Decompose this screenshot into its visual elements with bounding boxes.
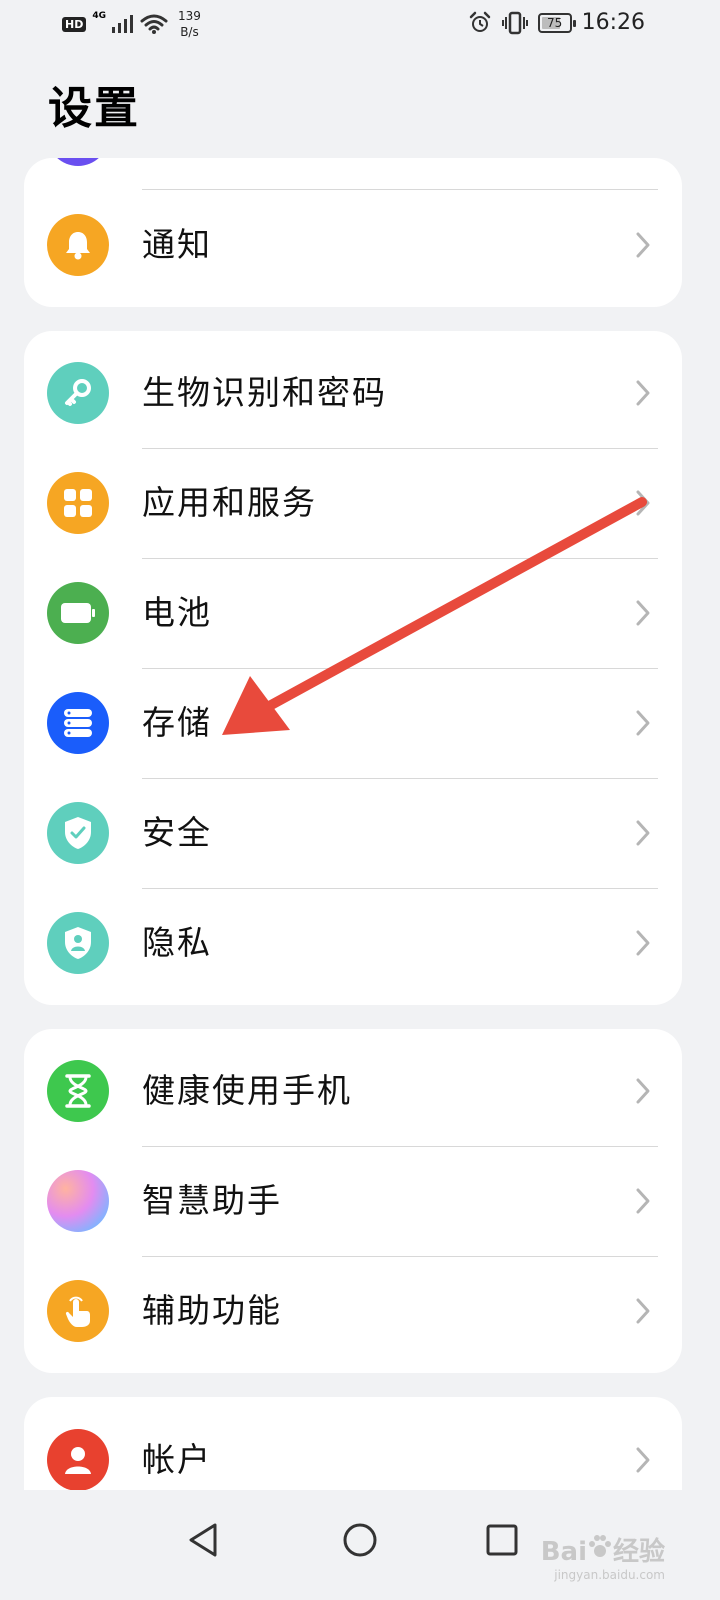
back-icon: [189, 1523, 217, 1557]
settings-item-digital-balance[interactable]: 健康使用手机: [24, 1036, 682, 1146]
battery-level: 75: [546, 15, 563, 30]
settings-item-label: 电池: [142, 593, 212, 632]
chevron-right-icon: [636, 930, 650, 956]
settings-item-label: 智慧助手: [142, 1181, 282, 1220]
network-speed: 139 B/s: [178, 8, 201, 40]
hd-badge: HD: [62, 16, 87, 32]
chevron-right-icon: [636, 1078, 650, 1104]
speed-value: 139: [178, 9, 201, 23]
status-left: HD 4G 139 B/s: [62, 8, 201, 40]
settings-item-security[interactable]: 安全: [24, 778, 682, 888]
wifi-icon: [140, 14, 168, 34]
chevron-right-icon: [636, 710, 650, 736]
settings-card-3: 健康使用手机 智慧助手 辅助功能: [24, 1029, 682, 1373]
speed-unit: B/s: [180, 25, 199, 39]
watermark-site: jingyan.baidu.com: [554, 1568, 665, 1582]
settings-item-apps[interactable]: 应用和服务: [24, 448, 682, 558]
baidu-watermark: Bai 经验 jingyan.baidu.com: [541, 1531, 665, 1582]
settings-item-privacy[interactable]: 隐私: [24, 888, 682, 998]
hand-touch-icon: [47, 1280, 109, 1342]
recents-button[interactable]: [472, 1510, 532, 1570]
settings-item-label: 应用和服务: [142, 483, 317, 522]
settings-item-label: 生物识别和密码: [142, 373, 387, 412]
settings-item-storage[interactable]: 存储: [24, 668, 682, 778]
status-bar: HD 4G 139 B/s 75 16:26: [0, 0, 720, 48]
settings-item-assistant[interactable]: 智慧助手: [24, 1146, 682, 1256]
paw-icon: [588, 1535, 611, 1557]
settings-item-label: 存储: [142, 703, 212, 742]
chevron-right-icon: [636, 820, 650, 846]
chevron-right-icon: [636, 490, 650, 516]
home-button[interactable]: [330, 1510, 390, 1570]
home-icon: [343, 1523, 377, 1557]
privacy-shield-icon: [47, 912, 109, 974]
vibrate-icon: [501, 11, 528, 34]
signal-icon: [112, 15, 133, 33]
battery-icon: [47, 582, 109, 644]
chevron-right-icon: [636, 600, 650, 626]
clock: 16:26: [581, 10, 645, 35]
chevron-right-icon: [636, 380, 650, 406]
shield-check-icon: [47, 802, 109, 864]
settings-item-accessibility[interactable]: 辅助功能: [24, 1256, 682, 1366]
settings-card-1: 通知: [24, 158, 682, 307]
settings-item-label: 安全: [142, 813, 212, 852]
navigation-bar: Bai 经验 jingyan.baidu.com: [0, 1490, 720, 1600]
settings-item-biometrics[interactable]: 生物识别和密码: [24, 338, 682, 448]
bell-icon: [47, 214, 109, 276]
storage-icon: [47, 692, 109, 754]
chevron-right-icon: [636, 1447, 650, 1473]
hourglass-icon: [47, 1060, 109, 1122]
apps-grid-icon: [47, 472, 109, 534]
page-title: 设置: [48, 83, 140, 134]
settings-item-label: 辅助功能: [142, 1291, 282, 1330]
status-right: 75 16:26: [468, 10, 645, 35]
watermark-brand: Bai: [540, 1537, 587, 1567]
settings-item-notifications[interactable]: 通知: [24, 190, 682, 300]
battery-indicator: 75: [537, 12, 576, 33]
settings-item-label: 隐私: [142, 923, 212, 962]
alarm-icon: [469, 11, 490, 32]
settings-item-label: 健康使用手机: [142, 1071, 352, 1110]
key-icon: [47, 362, 109, 424]
network-type: 4G: [92, 11, 106, 21]
back-button[interactable]: [173, 1510, 233, 1570]
settings-item-battery[interactable]: 电池: [24, 558, 682, 668]
chevron-right-icon: [636, 232, 650, 258]
recents-icon: [486, 1524, 518, 1556]
settings-item-label: 通知: [142, 225, 212, 264]
watermark-brand-2: 经验: [612, 1537, 665, 1567]
assistant-orb-icon: [47, 1170, 109, 1232]
person-icon: [47, 1429, 109, 1491]
chevron-right-icon: [636, 1188, 650, 1214]
partial-item-icon: [47, 158, 109, 166]
chevron-right-icon: [636, 1298, 650, 1324]
settings-card-2: 生物识别和密码 应用和服务 电池 存储 安全 隐私: [24, 331, 682, 1005]
